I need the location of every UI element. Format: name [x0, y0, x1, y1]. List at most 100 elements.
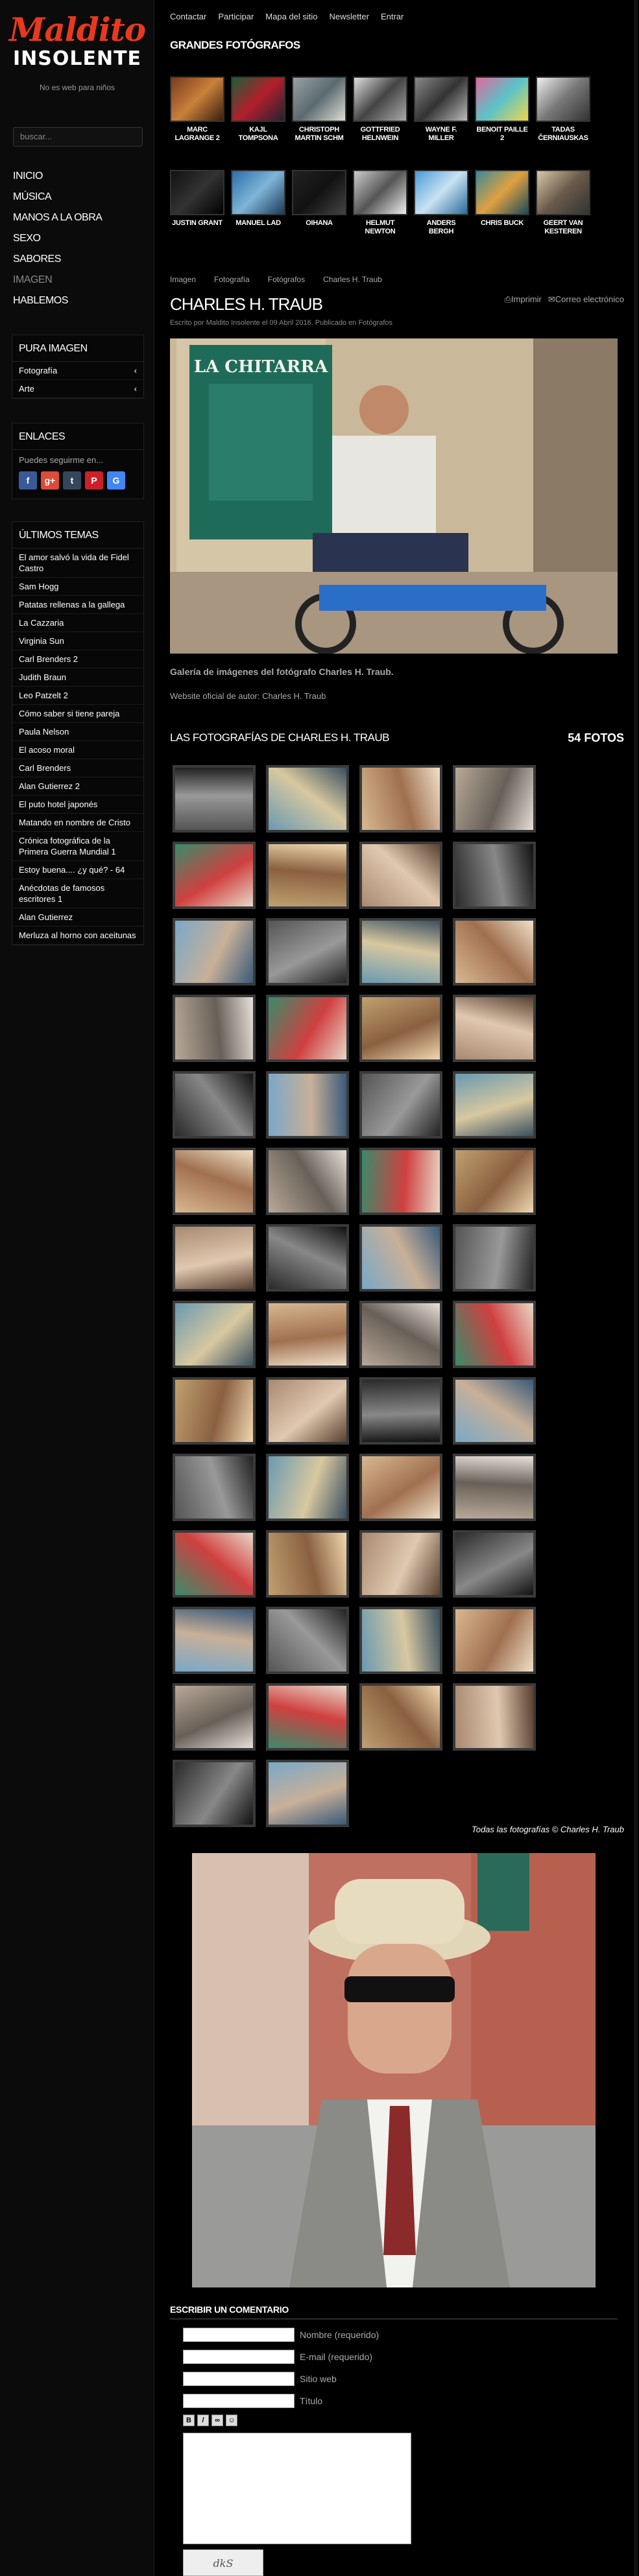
gallery-thumb[interactable] — [359, 1377, 442, 1445]
gallery-thumb[interactable] — [266, 1683, 349, 1751]
menu-item-manos[interactable]: MANOS A LA OBRA — [13, 207, 143, 228]
photographer-card[interactable]: MARC LAGRANGE 2 — [170, 77, 224, 143]
gallery-thumb[interactable] — [266, 1607, 349, 1674]
menu-item-imagen[interactable]: IMAGEN — [13, 270, 143, 290]
gallery-thumb[interactable] — [266, 1071, 349, 1139]
latest-item[interactable]: Carl Brenders — [12, 759, 143, 777]
latest-item[interactable]: Sam Hogg — [12, 578, 143, 596]
gallery-thumb[interactable] — [173, 1071, 256, 1139]
gallery-thumb[interactable] — [173, 995, 256, 1062]
gallery-thumb[interactable] — [453, 1454, 536, 1521]
nav-participar[interactable]: Participar — [218, 12, 254, 21]
gallery-thumb[interactable] — [453, 842, 536, 909]
menu-item-sexo[interactable]: SEXO — [13, 228, 143, 249]
menu-item-hablemos[interactable]: HABLEMOS — [13, 290, 143, 311]
nav-entrar[interactable]: Entrar — [381, 12, 404, 21]
gallery-thumb[interactable] — [453, 1607, 536, 1674]
gallery-thumb[interactable] — [359, 1224, 442, 1292]
widget-item-arte[interactable]: Arte ‹ — [12, 380, 143, 398]
gallery-thumb[interactable] — [359, 1301, 442, 1368]
gallery-thumb[interactable] — [173, 1454, 256, 1521]
gallery-thumb[interactable] — [266, 1301, 349, 1368]
gallery-thumb[interactable] — [359, 842, 442, 909]
latest-item[interactable]: Paula Nelson — [12, 723, 143, 741]
gallery-thumb[interactable] — [173, 918, 256, 986]
photographer-card[interactable]: KAJL TOMPSONA — [231, 77, 285, 143]
breadcrumb-item[interactable]: Imagen — [170, 275, 196, 284]
gallery-thumb[interactable] — [266, 1148, 349, 1215]
pinterest-icon[interactable]: P — [85, 471, 103, 490]
hero-photo[interactable]: LA CHITARRA — [170, 338, 618, 654]
gallery-thumb[interactable] — [173, 1760, 256, 1827]
latest-item[interactable]: Estoy buena.... ¿y qué? - 64 — [12, 861, 143, 879]
photographer-card[interactable]: TADAS ČERNIAUSKAS — [536, 77, 590, 143]
gallery-thumb[interactable] — [266, 918, 349, 986]
gallery-thumb[interactable] — [453, 1071, 536, 1139]
gallery-thumb[interactable] — [359, 1071, 442, 1139]
latest-item[interactable]: El amor salvó la vida de Fidel Castro — [12, 549, 143, 578]
gallery-thumb[interactable] — [266, 1224, 349, 1292]
gallery-thumb[interactable] — [453, 995, 536, 1062]
gallery-thumb[interactable] — [173, 765, 256, 833]
latest-item[interactable]: Alan Gutierrez 2 — [12, 777, 143, 796]
breadcrumb-item[interactable]: Fotógrafos — [268, 275, 305, 284]
gallery-thumb[interactable] — [266, 1760, 349, 1827]
link-icon[interactable]: ∞ — [211, 2415, 223, 2426]
gallery-thumb[interactable] — [453, 1224, 536, 1292]
gallery-thumb[interactable] — [453, 765, 536, 833]
latest-item[interactable]: Merluza al horno con aceitunas — [12, 927, 143, 945]
website-field[interactable] — [183, 2372, 295, 2386]
latest-item[interactable]: La Cazzaria — [12, 614, 143, 632]
latest-item[interactable]: Anécdotas de famosos escritores 1 — [12, 879, 143, 908]
google-icon[interactable]: G — [107, 471, 125, 490]
title-field[interactable] — [183, 2394, 295, 2408]
latest-item[interactable]: Alan Gutierrez — [12, 908, 143, 927]
search-input[interactable]: buscar... — [13, 127, 143, 147]
email-field[interactable] — [183, 2350, 295, 2364]
google-plus-icon[interactable]: g+ — [41, 471, 59, 490]
gallery-thumb[interactable] — [453, 1148, 536, 1215]
menu-item-sabores[interactable]: SABORES — [13, 249, 143, 270]
gallery-thumb[interactable] — [359, 918, 442, 986]
photographer-card[interactable]: CHRIS BUCK — [475, 170, 529, 236]
gallery-thumb[interactable] — [453, 1683, 536, 1751]
gallery-thumb[interactable] — [359, 1530, 442, 1598]
photographer-card[interactable]: JUSTIN GRANT — [170, 170, 224, 236]
latest-item[interactable]: Patatas rellenas a la gallega — [12, 596, 143, 614]
facebook-icon[interactable]: f — [19, 471, 37, 490]
gallery-thumb[interactable] — [453, 918, 536, 986]
photographer-card[interactable]: GOTTFRIED HELNWEIN — [353, 77, 407, 143]
gallery-thumb[interactable] — [359, 765, 442, 833]
bold-icon[interactable]: B — [183, 2415, 195, 2426]
print-button[interactable]: ⎙Imprimir — [505, 294, 542, 305]
nav-newsletter[interactable]: Newsletter — [330, 12, 369, 21]
name-field[interactable] — [183, 2328, 295, 2342]
photographer-card[interactable]: MANUEL LAD — [231, 170, 285, 236]
photographer-card[interactable]: HELMUT NEWTON — [353, 170, 407, 236]
gallery-thumb[interactable] — [453, 1301, 536, 1368]
latest-item[interactable]: Virginia Sun — [12, 632, 143, 650]
article-official-link[interactable]: Website oficial de autor: Charles H. Tra… — [170, 691, 326, 701]
gallery-thumb[interactable] — [359, 1607, 442, 1674]
scrollbar[interactable] — [634, 0, 638, 2576]
gallery-thumb[interactable] — [359, 1148, 442, 1215]
gallery-thumb[interactable] — [266, 765, 349, 833]
gallery-thumb[interactable] — [173, 1377, 256, 1445]
photographer-card[interactable]: GEERT VAN KESTEREN — [536, 170, 590, 236]
gallery-thumb[interactable] — [266, 1454, 349, 1521]
gallery-thumb[interactable] — [173, 1301, 256, 1368]
latest-item[interactable]: Judith Braun — [12, 668, 143, 687]
menu-item-inicio[interactable]: INICIO — [13, 166, 143, 187]
gallery-thumb[interactable] — [453, 1530, 536, 1598]
gallery-thumb[interactable] — [266, 1377, 349, 1445]
photographer-card[interactable]: CHRISTOPH MARTIN SCHM — [292, 77, 346, 143]
gallery-thumb[interactable] — [266, 1530, 349, 1598]
gallery-thumb[interactable] — [173, 1530, 256, 1598]
smiley-icon[interactable]: ☺ — [226, 2415, 237, 2426]
photographer-card[interactable]: ANDERS BERGH — [414, 170, 468, 236]
latest-item[interactable]: Crónica fotográfica de la Primera Guerra… — [12, 832, 143, 861]
photographer-card[interactable]: WAYNE F. MILLER — [414, 77, 468, 143]
gallery-thumb[interactable] — [266, 995, 349, 1062]
italic-icon[interactable]: / — [197, 2415, 209, 2426]
photographer-card[interactable]: BENOIT PAILLE 2 — [475, 77, 529, 143]
